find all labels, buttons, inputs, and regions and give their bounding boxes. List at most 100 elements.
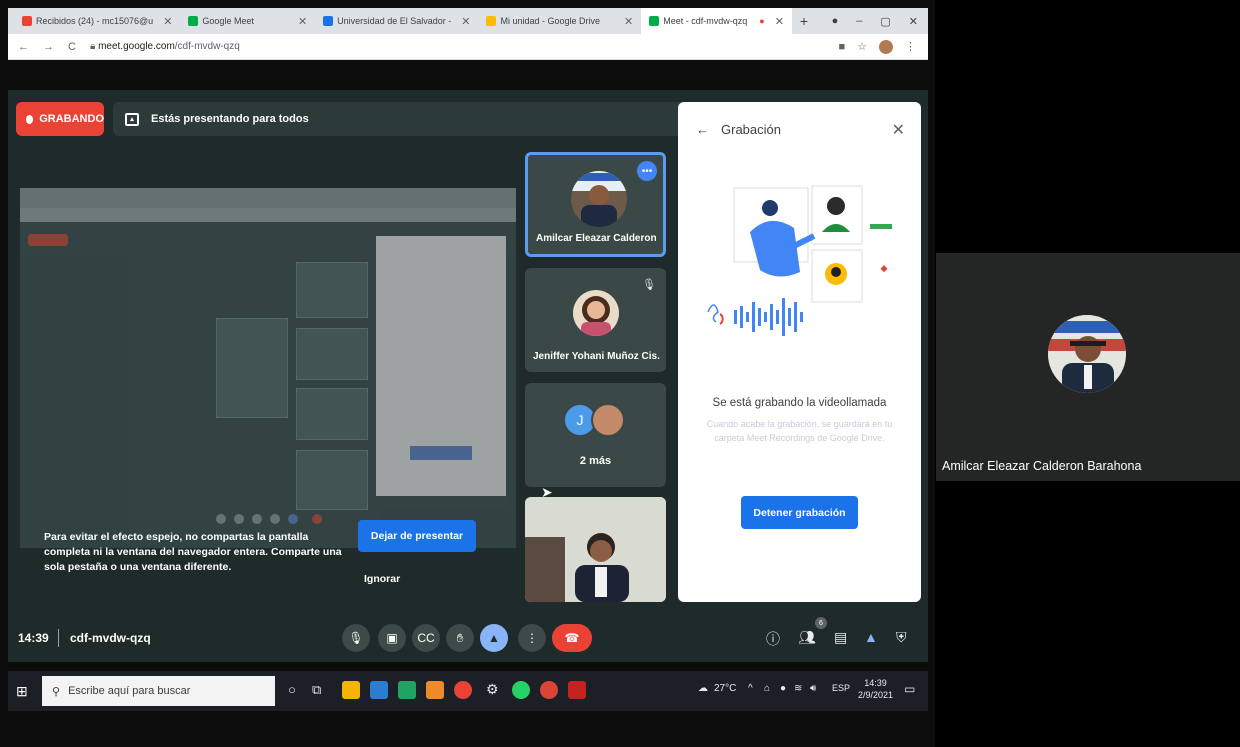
camera-button[interactable]: ▣ <box>378 624 406 652</box>
tray-chevron-icon[interactable]: ^ <box>748 683 753 694</box>
leave-call-button[interactable]: ☎︎ <box>552 624 592 652</box>
more-menu-icon[interactable]: ⋮ <box>905 40 916 53</box>
meet-icon <box>649 16 660 26</box>
present-now-button[interactable]: ▲ <box>480 624 508 652</box>
host-controls-icon[interactable]: ⛨ <box>896 629 907 646</box>
mirror-tile <box>216 318 288 418</box>
recording-side-panel: ← Grabación ✕ Se está grabando la videol… <box>678 102 921 602</box>
microphone-button[interactable]: 🎙︎ <box>342 624 370 652</box>
chrome-profile-icon[interactable] <box>540 681 558 699</box>
new-tab-button[interactable]: + <box>800 13 808 29</box>
mirror-warning-text: Para evitar el efecto espejo, no compart… <box>44 531 342 574</box>
address-bar: ← → C 🔒︎ meet.google.com/cdf-mvdw-qzq ■ … <box>8 34 928 60</box>
mic-tray-icon[interactable]: ● <box>780 683 786 694</box>
taskbar-search-box[interactable]: ⚲ Escribe aquí para buscar <box>42 676 275 706</box>
mirror-control <box>288 514 298 524</box>
excel-icon[interactable] <box>398 681 416 699</box>
powerpoint-icon[interactable] <box>426 681 444 699</box>
network-icon[interactable]: ⌂ <box>764 683 770 694</box>
participant-tile-jeniffer[interactable]: 🎙︎ Jeniffer Yohani Muñoz Cis... <box>525 268 666 372</box>
close-icon[interactable]: ✕ <box>461 15 470 28</box>
profile-dot-icon[interactable]: ● <box>832 15 839 28</box>
participant-tile-more[interactable]: J 2 más <box>525 383 666 487</box>
people-icon[interactable]: 👥︎ <box>798 629 816 646</box>
volume-icon[interactable]: 🔊︎ <box>810 683 816 694</box>
mirrored-screen-share <box>20 188 516 548</box>
recording-status-text: Se está grabando la videollamada <box>712 397 887 409</box>
close-panel-icon[interactable]: ✕ <box>892 120 905 140</box>
star-icon[interactable]: ☆ <box>857 40 867 53</box>
forward-icon[interactable]: → <box>43 41 54 53</box>
word-icon[interactable] <box>370 681 388 699</box>
mirror-control <box>312 514 322 524</box>
close-icon[interactable]: ✕ <box>775 15 784 28</box>
presenter-name: Amilcar Eleazar Calderon Barahona <box>942 459 1142 473</box>
close-icon[interactable]: ✕ <box>298 15 307 28</box>
meeting-time: 14:39 <box>18 631 49 645</box>
cortana-icon[interactable]: ○ <box>288 682 296 697</box>
temperature: 27°C <box>714 683 737 694</box>
participant-photo <box>573 290 619 336</box>
url-field[interactable]: 🔒︎ meet.google.com/cdf-mvdw-qzq <box>90 41 240 52</box>
recording-description: Cuando acabe la grabación, se guardará e… <box>706 419 893 443</box>
browser-tab-google-meet[interactable]: Google Meet ✕ <box>180 8 315 34</box>
mirror-control <box>252 514 262 524</box>
person-photo-icon <box>1048 315 1126 393</box>
app-v-icon[interactable] <box>568 681 586 699</box>
browser-tab-meet-active[interactable]: Meet - cdf-mvdw-qzq ● ✕ <box>641 8 792 34</box>
camera-icon[interactable]: ■ <box>838 41 845 53</box>
captions-button[interactable]: CC <box>412 624 440 652</box>
meeting-code: cdf-mvdw-qzq <box>70 631 151 645</box>
file-explorer-icon[interactable] <box>342 681 360 699</box>
participant-tile-amilcar[interactable]: ••• Amilcar Eleazar Calderon ... <box>525 152 666 257</box>
more-options-icon[interactable]: ••• <box>637 161 657 181</box>
mic-off-icon: 🎙︎ <box>642 279 656 291</box>
maximize-icon[interactable]: ▢ <box>880 15 890 28</box>
mirror-control <box>270 514 280 524</box>
mirror-tile <box>296 328 368 380</box>
windows-start-icon[interactable]: ⊞ <box>16 683 28 700</box>
ignore-button[interactable]: Ignorar <box>364 573 400 585</box>
window-close-icon[interactable]: ✕ <box>909 15 918 28</box>
input-language[interactable]: ESP <box>832 683 850 693</box>
whatsapp-icon[interactable] <box>512 681 530 699</box>
stop-recording-button[interactable]: Detener grabación <box>741 496 858 529</box>
notifications-icon[interactable]: ▭ <box>904 682 915 696</box>
taskbar-clock[interactable]: 14:39 2/9/2021 <box>858 678 893 701</box>
settings-icon[interactable]: ⚙ <box>486 681 499 698</box>
mirror-tab-strip <box>20 188 516 208</box>
task-view-icon[interactable]: ⧉ <box>312 682 321 698</box>
participant-tile-video[interactable] <box>525 497 666 602</box>
close-icon[interactable]: ✕ <box>624 15 633 28</box>
minimize-icon[interactable]: – <box>856 15 862 28</box>
reload-icon[interactable]: C <box>68 41 76 53</box>
panel-header: ← Grabación <box>696 122 781 137</box>
meeting-details-icon[interactable]: ⓘ <box>766 629 780 649</box>
browser-tab-drive[interactable]: Mi unidad - Google Drive ✕ <box>478 8 641 34</box>
mirror-tile <box>296 388 368 440</box>
meet-icon <box>188 16 199 26</box>
profile-avatar[interactable] <box>879 39 893 54</box>
mouse-cursor-icon: ➤ <box>541 484 553 500</box>
chat-icon[interactable]: ▤ <box>834 629 847 646</box>
drive-icon <box>486 16 497 26</box>
presenter-video-panel: Amilcar Eleazar Calderon Barahona <box>936 253 1240 481</box>
activities-icon[interactable]: ▲ <box>864 629 878 645</box>
stop-presenting-button[interactable]: Dejar de presentar <box>358 520 476 552</box>
person-photo-icon <box>571 171 627 227</box>
more-options-button[interactable]: ⋮ <box>518 624 546 652</box>
recording-badge: GRABANDO <box>16 102 104 136</box>
browser-tab-universidad[interactable]: Universidad de El Salvador - ✕ <box>315 8 478 34</box>
back-arrow-icon[interactable]: ← <box>696 122 709 137</box>
mirror-address-bar <box>20 208 516 222</box>
meeting-controls-bar: 14:39 cdf-mvdw-qzq 🎙︎ ▣ CC ✋︎ ▲ ⋮ ☎︎ ⓘ 👥… <box>8 615 928 662</box>
window-controls: ● – ▢ ✕ <box>832 15 928 28</box>
raise-hand-button[interactable]: ✋︎ <box>446 624 474 652</box>
back-icon[interactable]: ← <box>18 41 29 53</box>
chrome-icon[interactable] <box>454 681 472 699</box>
browser-tab-gmail[interactable]: Recibidos (24) - mc15076@u ✕ <box>14 8 180 34</box>
present-screen-icon: ▴ <box>125 112 139 126</box>
close-icon[interactable]: ✕ <box>163 15 172 28</box>
participant-photo <box>571 171 627 227</box>
wifi-icon[interactable]: ≋ <box>794 683 802 694</box>
